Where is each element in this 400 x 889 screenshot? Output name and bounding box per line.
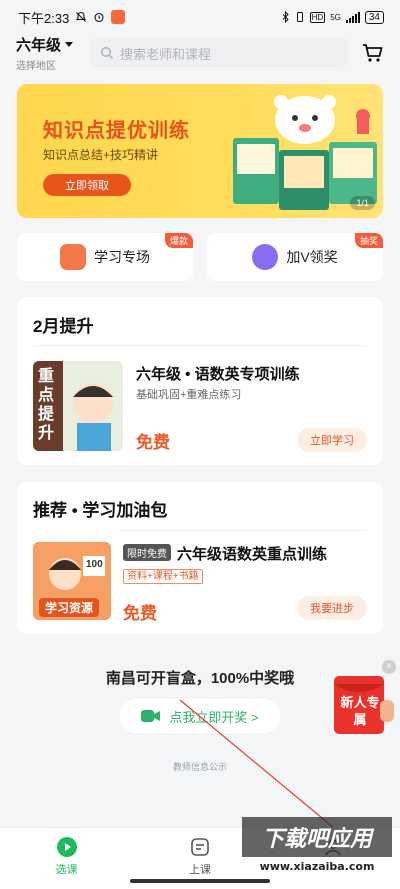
course-description: 基础巩固+重难点练习 bbox=[136, 389, 242, 401]
status-bar: 下午2:33 HD 5G 34 bbox=[0, 0, 400, 34]
banner-title: 知识点提优训练 bbox=[43, 120, 190, 142]
open-prize-label: 点我立即开奖 > bbox=[169, 709, 259, 725]
gift-icon bbox=[252, 244, 279, 270]
shortcut-label: 加V领奖 bbox=[286, 249, 338, 265]
cart-icon bbox=[363, 44, 383, 62]
banner-page-indicator: 1/1 bbox=[350, 196, 375, 210]
course-price: 免费 bbox=[136, 433, 170, 452]
alarm-icon bbox=[94, 12, 104, 23]
course-thumbnail[interactable]: 重点提升 bbox=[33, 361, 123, 451]
caret-down-icon bbox=[65, 42, 74, 47]
region-selector[interactable]: 选择地区 bbox=[16, 57, 86, 72]
video-icon bbox=[141, 710, 161, 722]
banner-subtitle: 知识点总结+技巧精讲 bbox=[43, 148, 159, 162]
signal-icon bbox=[345, 11, 360, 23]
search-input[interactable]: 搜索老师和课程 bbox=[90, 38, 348, 68]
divider bbox=[119, 530, 367, 531]
promo-banner[interactable]: 知识点提优训练 知识点总结+技巧精讲 立即领取 1/1 bbox=[17, 84, 383, 218]
divider bbox=[33, 345, 367, 346]
shortcut-label: 学习专场 bbox=[94, 249, 150, 265]
tab-label: 上课 bbox=[188, 864, 211, 876]
banner-claim-button[interactable]: 立即领取 bbox=[43, 174, 131, 196]
thumbnail-text: 重点提升 bbox=[38, 368, 55, 442]
cart-button[interactable] bbox=[348, 43, 384, 63]
tab-label: 选课 bbox=[55, 864, 78, 876]
study-now-button[interactable]: 立即学习 bbox=[297, 428, 367, 452]
section-title: 推荐 • 学习加油包 bbox=[33, 501, 168, 520]
hot-tag: 爆款 bbox=[164, 233, 193, 248]
section-title: 2月提升 bbox=[33, 317, 94, 336]
mute-icon bbox=[76, 11, 87, 22]
app-notification-icon bbox=[111, 10, 126, 24]
svg-text:下载吧应用: 下载吧应用 bbox=[262, 826, 375, 852]
section-recommend: 推荐 • 学习加油包 100 学习资源 限时免费 六年级语数英重点训练 资料+课… bbox=[17, 482, 383, 634]
status-time: 下午2:33 bbox=[18, 10, 70, 26]
course-price: 免费 bbox=[123, 604, 157, 623]
bluetooth-icon bbox=[282, 11, 289, 23]
teacher-info-disclosure[interactable]: 教师信息公示 bbox=[0, 760, 400, 773]
open-prize-button[interactable]: 点我立即开奖 > bbox=[120, 699, 280, 733]
grade-selector[interactable]: 六年级 选择地区 bbox=[16, 34, 86, 72]
classroom-icon bbox=[191, 838, 209, 856]
play-circle-icon bbox=[56, 837, 77, 857]
float-ad-text: 新人专属 bbox=[340, 695, 380, 727]
search-placeholder: 搜索老师和课程 bbox=[120, 46, 212, 62]
svg-text:www.xiazaiba.com: www.xiazaiba.com bbox=[260, 860, 375, 873]
course-tags: 资料+课程+书籍 bbox=[123, 569, 203, 584]
network-label: 5G bbox=[330, 12, 341, 22]
thumbnail-badge: 100 bbox=[86, 559, 103, 570]
limited-free-badge: 限时免费 bbox=[123, 544, 171, 561]
site-watermark-logo: 下载吧应用 www.xiazaiba.com bbox=[242, 817, 392, 873]
hd-label: HD bbox=[309, 11, 326, 23]
improve-button[interactable]: 我要进步 bbox=[297, 596, 367, 620]
course-title[interactable]: 六年级语数英重点训练 bbox=[177, 543, 327, 564]
section-feb-upgrade: 2月提升 重点提升 六年级 • 语数英专项训练 基础巩固+重难点练习 免费 立即… bbox=[17, 297, 383, 465]
new-user-float-ad[interactable]: 新人专属 bbox=[330, 670, 396, 740]
grade-label: 六年级 bbox=[16, 37, 62, 54]
shortcut-add-v-reward[interactable]: 加V领奖 抽奖 bbox=[207, 233, 383, 281]
tab-select-course[interactable]: 选课 bbox=[0, 828, 133, 889]
bag-icon bbox=[60, 244, 86, 270]
vibrate-icon bbox=[296, 12, 303, 22]
gesture-bar bbox=[130, 879, 270, 883]
shortcut-study-special[interactable]: 学习专场 爆款 bbox=[17, 233, 193, 281]
course-title[interactable]: 六年级 • 语数英专项训练 bbox=[136, 363, 300, 384]
top-header: 六年级 选择地区 搜索老师和课程 bbox=[0, 34, 400, 72]
lottery-tag: 抽奖 bbox=[354, 233, 383, 248]
battery-indicator: 34 bbox=[364, 10, 384, 24]
course-thumbnail[interactable]: 100 学习资源 bbox=[33, 542, 111, 620]
thumbnail-text: 学习资源 bbox=[39, 598, 100, 617]
search-icon bbox=[100, 46, 114, 60]
